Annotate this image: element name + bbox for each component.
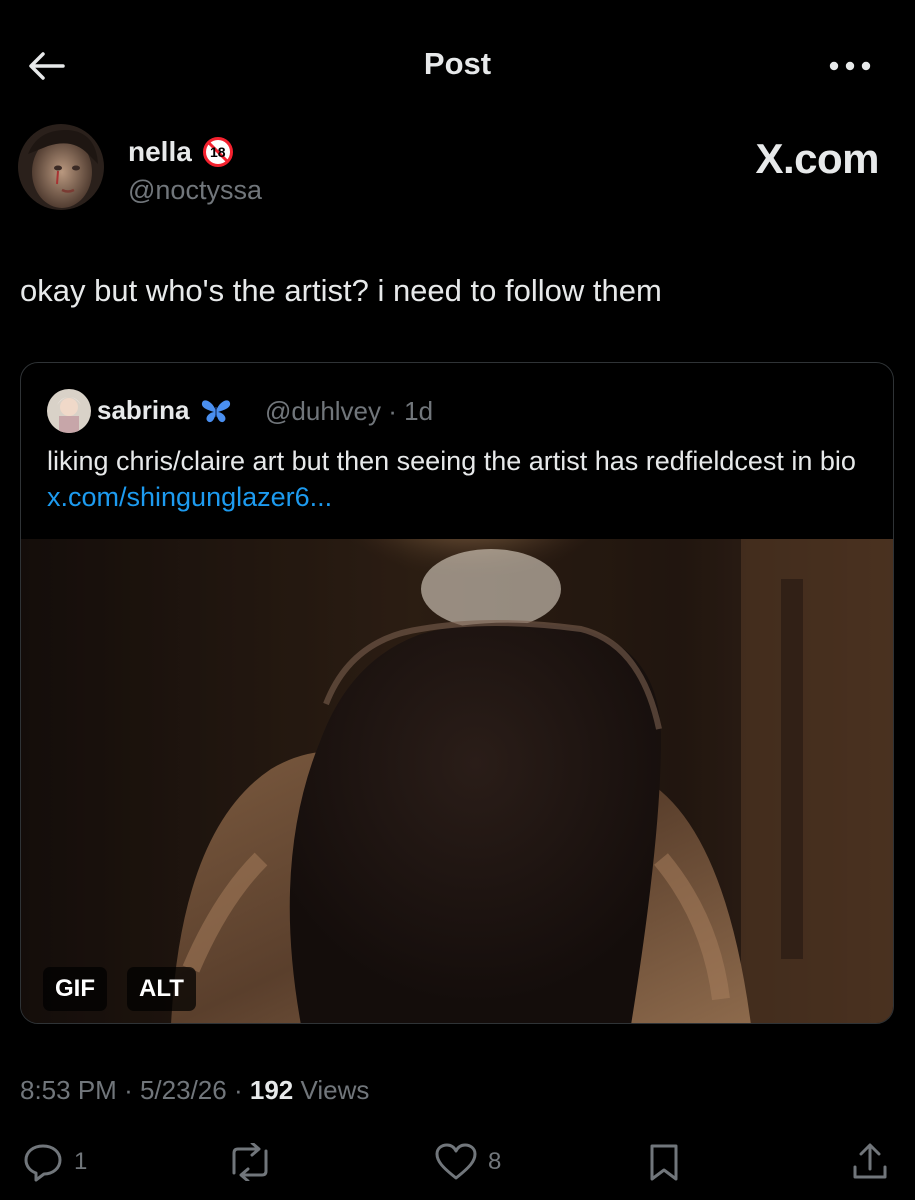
no-under-18-icon: 18 [202,136,234,168]
quote-timestamp: · 1d [388,396,434,426]
more-horizontal-icon [829,61,871,71]
quote-media-gif[interactable]: GIF ALT [21,539,893,1023]
repost-button[interactable] [228,1142,272,1182]
post-date[interactable]: 5/23/26 [140,1075,227,1105]
post-text: okay but who's the artist? i need to fol… [20,273,662,308]
meta-separator: · [233,1075,243,1105]
quote-avatar[interactable] [47,389,91,433]
author-name-row[interactable]: nella 18 [128,136,234,168]
quote-author-handle[interactable]: @duhlvey [265,396,381,426]
page-title: Post [423,46,492,81]
reply-icon [24,1144,62,1182]
alt-badge[interactable]: ALT [127,967,196,1011]
views-label: Views [300,1075,370,1105]
quote-text: liking chris/claire art but then seeing … [47,443,867,515]
reply-button[interactable]: 1 [22,1142,87,1182]
share-icon [853,1143,887,1179]
quote-author-name: sabrina [97,395,190,425]
like-count: 8 [488,1148,502,1175]
views-count: 192 [249,1075,294,1105]
meta-separator: · [124,1075,133,1105]
quote-link[interactable]: x.com/shingunglazer6... [47,482,332,512]
more-options-button[interactable] [820,44,880,88]
reply-count: 1 [74,1148,88,1175]
quote-body: liking chris/claire art but then seeing … [47,446,856,476]
like-button[interactable]: 8 [434,1142,501,1182]
quote-name-row[interactable]: sabrina [97,395,232,426]
watermark: X.com [755,135,879,182]
post-time[interactable]: 8:53 PM [20,1075,117,1105]
butterfly-icon [201,399,230,422]
post-meta: 8:53 PM · 5/23/26 · 192 Views [20,1075,369,1106]
author-avatar[interactable] [18,124,104,210]
heart-icon [435,1143,477,1180]
age-badge-label: 18 [210,144,226,160]
author-name: nella [128,136,192,167]
quote-handle-row: @duhlvey · 1d [265,396,433,427]
repost-icon [232,1143,268,1181]
author-handle[interactable]: @noctyssa [128,175,262,206]
quoted-post[interactable]: sabrina @duhlvey · 1d liking chris/clair… [20,362,894,1024]
bookmark-icon [650,1144,678,1181]
share-button[interactable] [850,1142,890,1182]
bookmark-button[interactable] [644,1142,684,1182]
gif-badge[interactable]: GIF [43,967,107,1011]
